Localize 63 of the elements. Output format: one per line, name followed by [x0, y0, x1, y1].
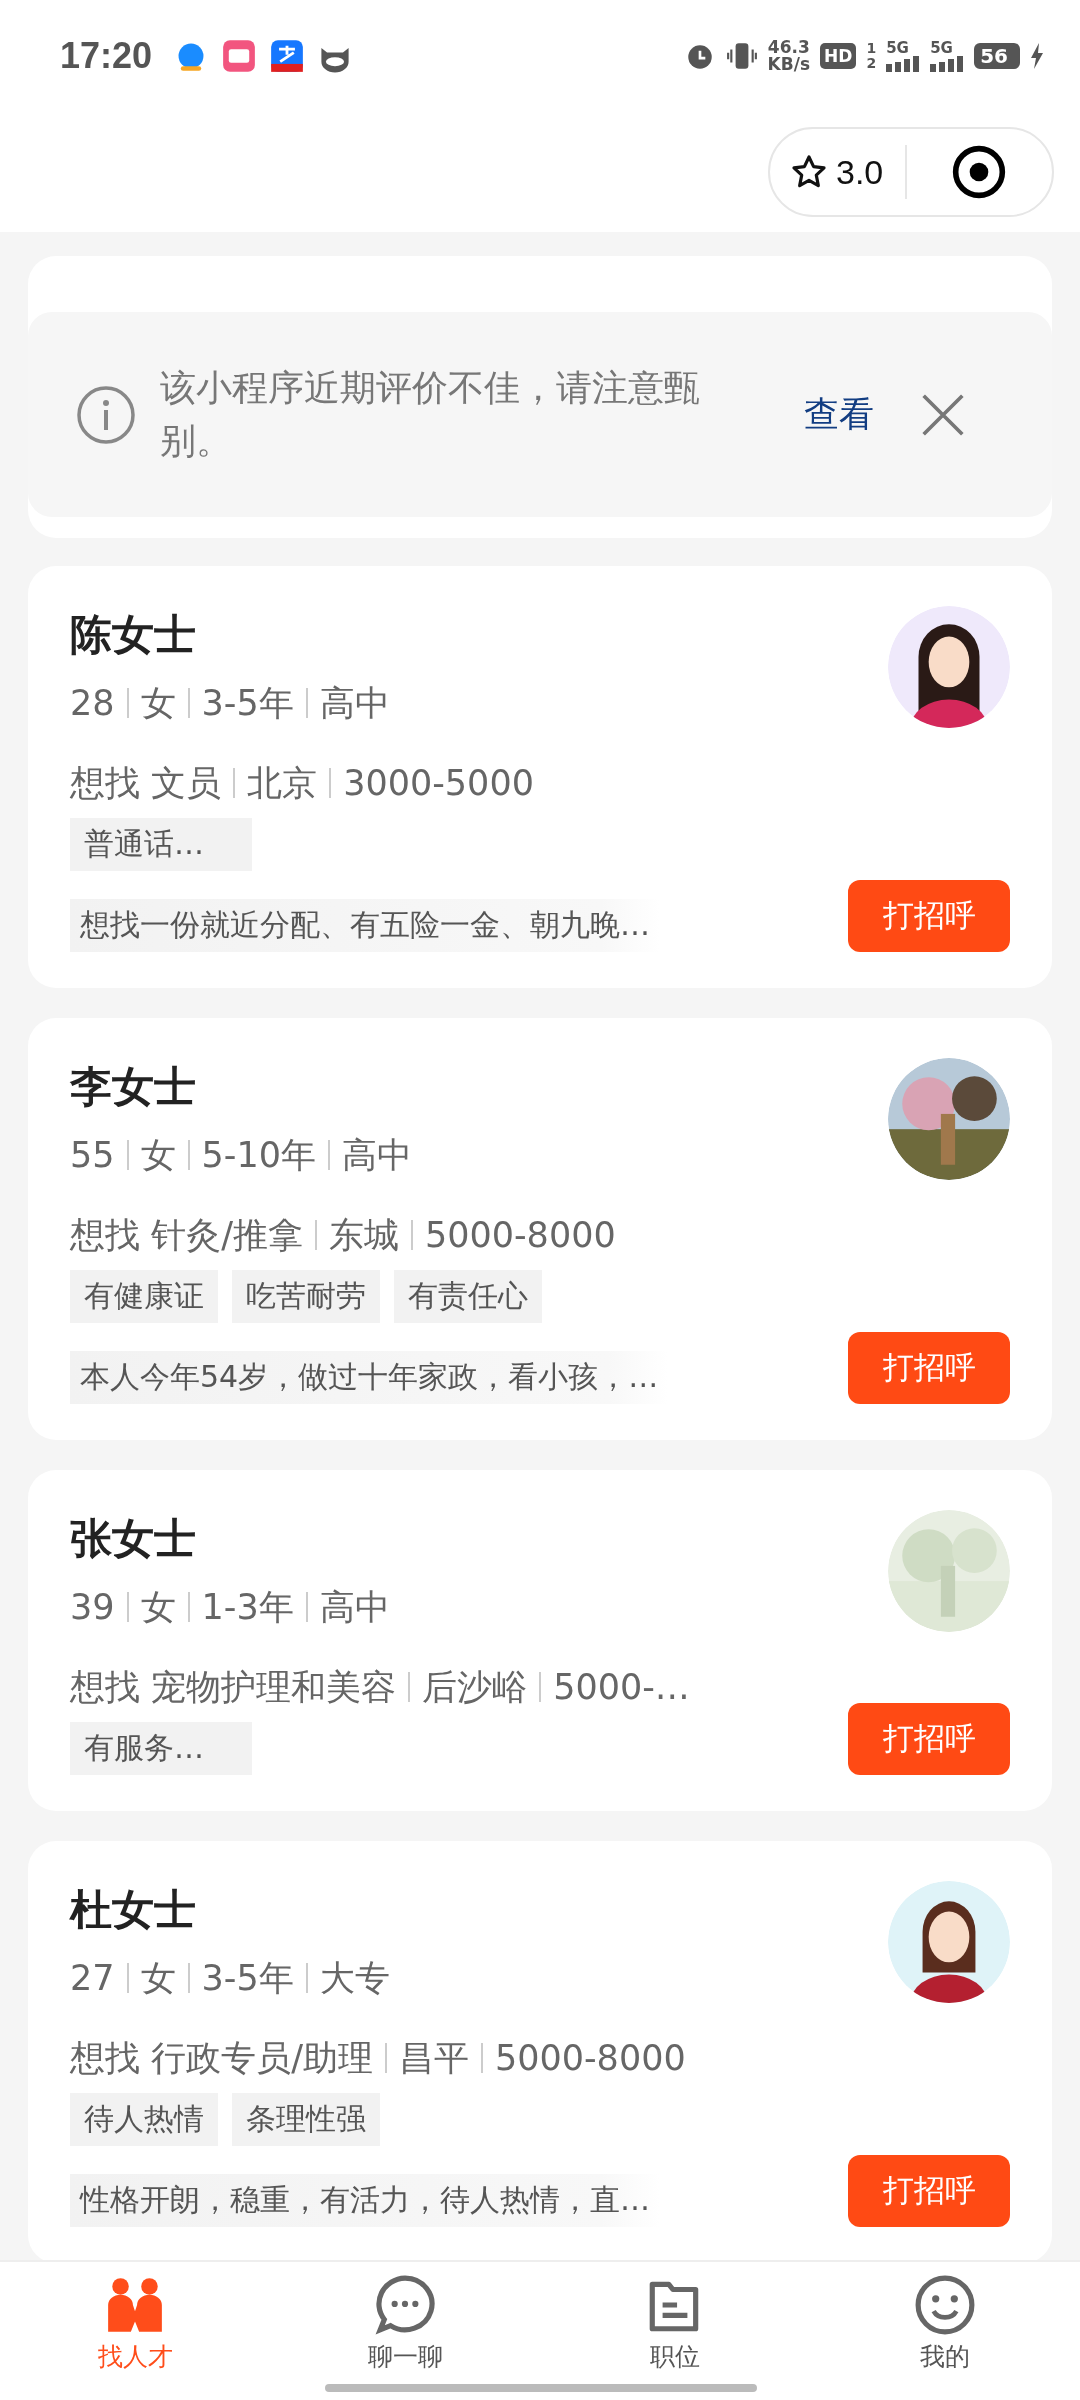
candidate-name: 李女士 — [70, 1061, 196, 1113]
skill-tag: 有服务… — [70, 1722, 252, 1775]
candidate-card[interactable]: 张女士 39 女 1-3年 高中 想找 宠物护理和美容 后沙峪 5000-… 有服务… 打招呼 — [28, 1470, 1052, 1811]
candidate-detail: 女 — [126, 1140, 188, 1170]
chat-icon — [374, 2274, 436, 2336]
charging-icon — [1030, 43, 1044, 69]
job-preference: 5000-8000 — [480, 2043, 698, 2073]
candidate-detail: 女 — [126, 1963, 188, 1993]
candidate-card[interactable]: 杜女士 27 女 3-5年 大专 想找 行政专员/助理 昌平 5000-8000 待人热情 条理性强 性格开朗，稳重，有活力，待人热情，直… 打招呼 — [28, 1841, 1052, 2260]
candidate-name: 张女士 — [70, 1513, 196, 1565]
candidate-detail: 女 — [126, 688, 188, 718]
signal-icon — [930, 55, 965, 72]
close-miniprogram-icon[interactable] — [951, 144, 1008, 200]
job-preference: 3000-5000 — [329, 768, 546, 798]
candidate-detail: 大专 — [305, 1963, 402, 1993]
candidate-detail: 28 — [70, 682, 116, 725]
net-unit: KB/s — [767, 56, 811, 73]
candidate-name: 陈女士 — [70, 609, 196, 661]
app-icon — [270, 39, 305, 73]
job-preference: 想找 宠物护理和美容 — [70, 1666, 398, 1709]
job-preference: 5000-8000 — [410, 1220, 628, 1250]
candidate-detail: 55 — [70, 1134, 116, 1177]
network-type: 5G — [886, 40, 909, 56]
job-preference: 后沙峪 — [408, 1672, 540, 1702]
hd-badge: HD — [820, 43, 857, 69]
candidate-card[interactable]: 李女士 55 女 5-10年 高中 想找 针灸/推拿 东城 5000-8000 有健康证 吃苦耐劳 有责任心 本人今年54岁，做过十年家政，看小孩，… 打招呼 — [28, 1018, 1052, 1440]
view-link[interactable]: 查看 — [804, 391, 874, 438]
rating-button[interactable]: 3.0 — [770, 145, 908, 199]
sim-number: 2 — [866, 56, 877, 71]
candidate-detail: 5-10年 — [187, 1140, 328, 1170]
candidate-detail: 1-3年 — [187, 1592, 306, 1622]
job-preference: 想找 行政专员/助理 — [70, 2037, 374, 2080]
skill-tag: 待人热情 — [70, 2093, 218, 2146]
job-preference: 想找 针灸/推拿 — [70, 1214, 304, 1257]
job-preference: 想找 文员 — [70, 762, 223, 805]
nav-tab[interactable]: 我的 — [810, 2262, 1080, 2400]
candidate-detail: 3-5年 — [187, 688, 306, 718]
info-icon — [76, 384, 136, 445]
net-speed: 46.3 — [767, 39, 810, 56]
candidate-detail: 27 — [70, 1957, 116, 2000]
nav-tab[interactable]: 职位 — [540, 2262, 810, 2400]
nav-tab[interactable]: 聊一聊 — [270, 2262, 540, 2400]
skill-tag: 有健康证 — [70, 1270, 218, 1323]
job-preference: 5000-… — [539, 1672, 702, 1702]
battery-level: 56 — [974, 43, 1020, 69]
candidate-detail: 39 — [70, 1586, 116, 1629]
candidate-detail: 女 — [126, 1592, 188, 1622]
sim-number: 1 — [866, 41, 877, 56]
candidate-detail: 3-5年 — [187, 1963, 306, 1993]
skill-tag: 条理性强 — [232, 2093, 380, 2146]
network-type: 5G — [930, 40, 953, 56]
candidate-name: 杜女士 — [70, 1884, 196, 1936]
job-preference: 昌平 — [384, 2043, 481, 2073]
vibrate-icon — [725, 40, 758, 72]
skill-tag: 普通话… — [70, 818, 252, 871]
profile-icon — [914, 2274, 976, 2336]
status-time: 17:20 — [60, 35, 153, 77]
skill-tag: 有责任心 — [394, 1270, 542, 1323]
notice-text: 该小程序近期评价不佳，请注意甄别。 — [160, 366, 701, 463]
signal-icon — [886, 55, 921, 72]
candidate-card[interactable]: 陈女士 28 女 3-5年 高中 想找 文员 北京 3000-5000 普通话… 想找一份就近分配、有五险一金、朝九晚… 打招呼 — [28, 566, 1052, 988]
skill-tag: 吃苦耐劳 — [232, 1270, 380, 1323]
app-icon — [222, 39, 257, 73]
